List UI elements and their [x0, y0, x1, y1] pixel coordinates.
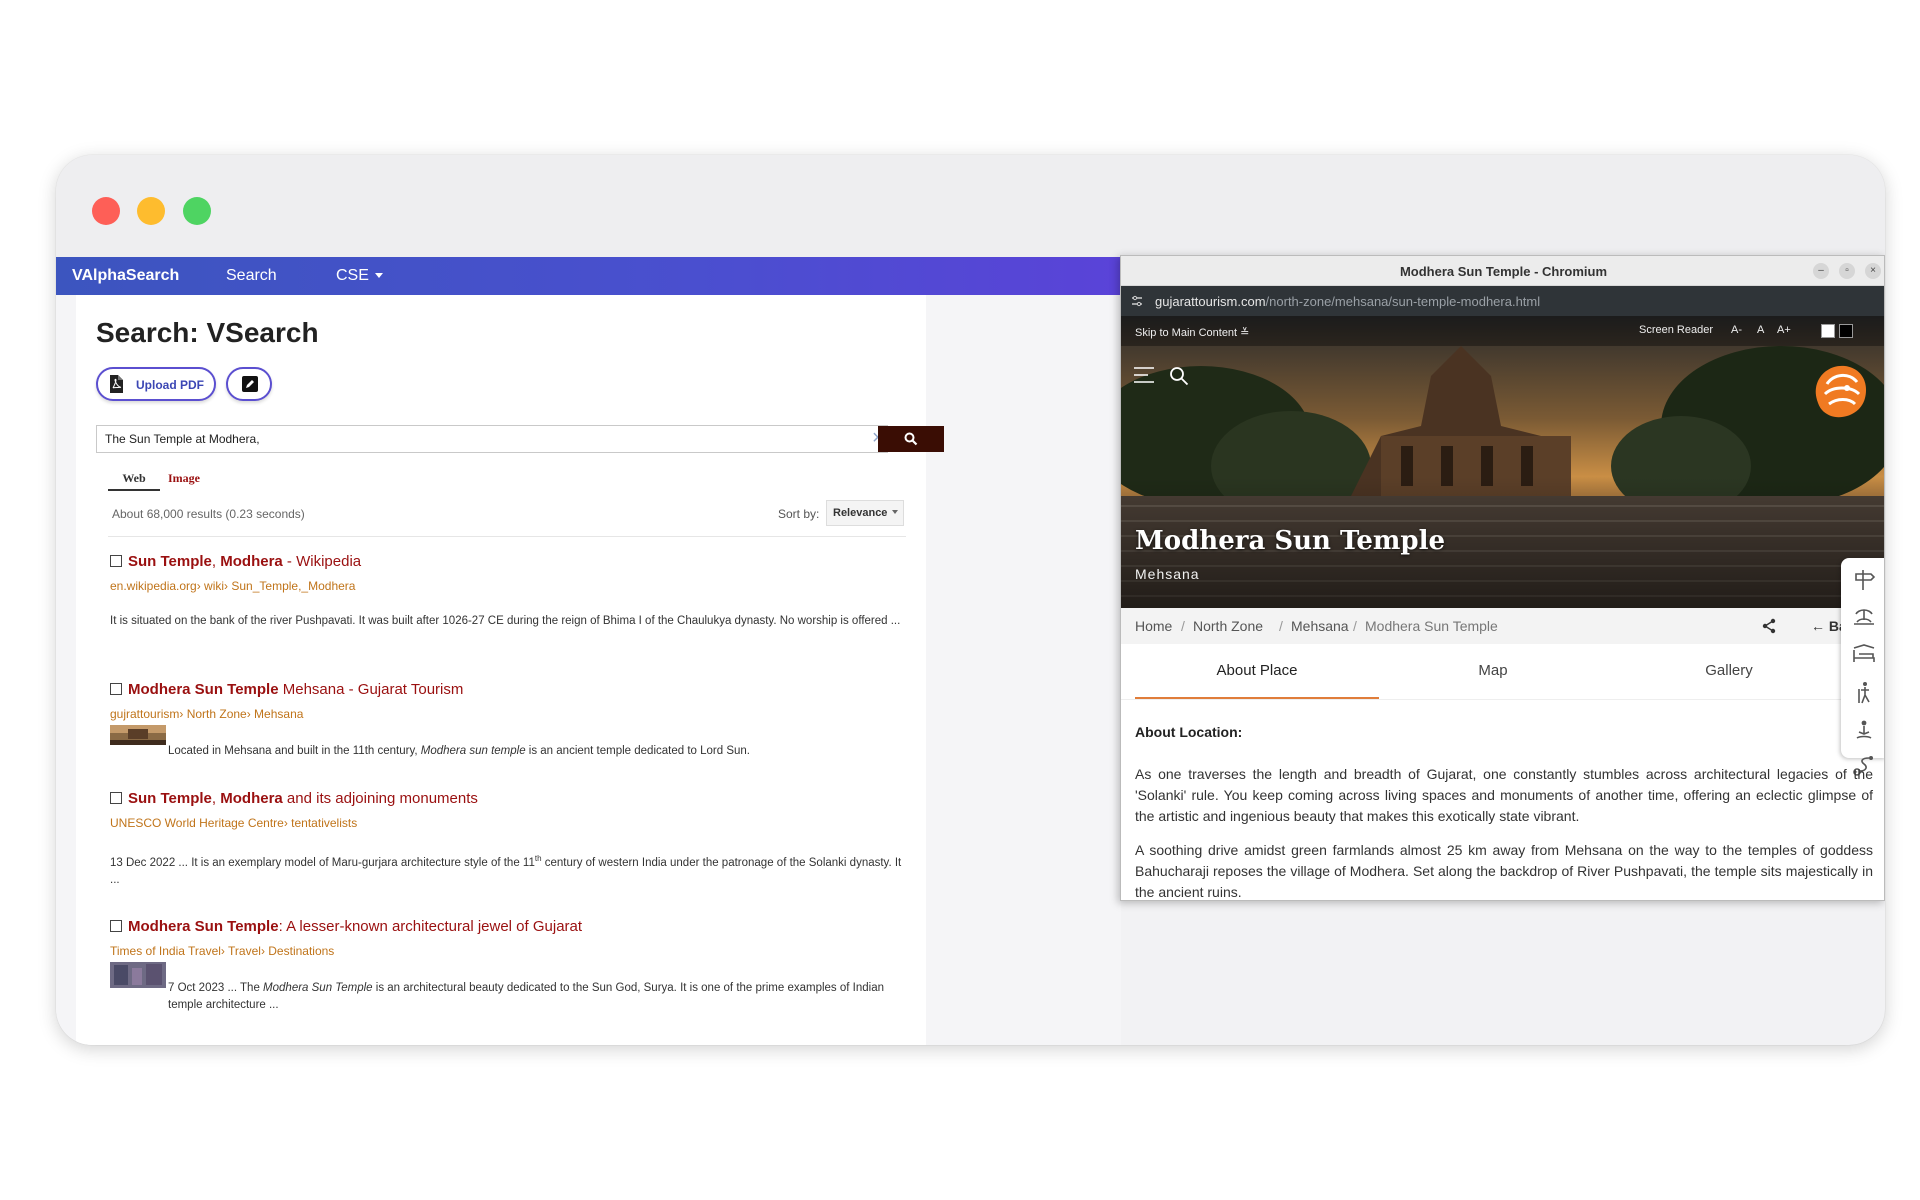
divider [108, 536, 906, 537]
hotel-bed-icon[interactable] [1851, 642, 1877, 668]
chevron-down-icon [892, 510, 899, 514]
result-title-link[interactable]: Sun Temple, Modhera and its adjoining mo… [110, 790, 478, 807]
result-thumbnail [110, 962, 166, 988]
about-paragraph: A soothing drive amidst green farmlands … [1135, 842, 1873, 900]
nav-search-link[interactable]: Search [226, 267, 277, 285]
breadcrumb-separator: / [1279, 618, 1283, 634]
tab-web[interactable]: Web [108, 471, 160, 491]
search-content: Search: VSearch Upload PDF × Web Image A… [76, 295, 944, 1045]
url-text: gujarattourism.com/north-zone/mehsana/su… [1155, 294, 1541, 309]
result-thumbnail [110, 725, 166, 745]
tab-about-place[interactable]: About Place [1157, 662, 1357, 679]
result-url[interactable]: UNESCO World Heritage Centre› tentativel… [110, 816, 357, 830]
breadcrumb: Home / North Zone / Mehsana / Modhera Su… [1121, 608, 1884, 644]
upload-pdf-label: Upload PDF [136, 378, 204, 392]
breadcrumb-home[interactable]: Home [1135, 618, 1172, 634]
result-snippet: 7 Oct 2023 ... The Modhera Sun Temple is… [168, 982, 884, 1011]
dark-theme-button[interactable] [1839, 324, 1853, 338]
tab-map[interactable]: Map [1393, 662, 1593, 679]
skip-to-content-link[interactable]: Skip to Main Content ≚ [1135, 326, 1249, 339]
search-icon[interactable] [1169, 366, 1189, 386]
edit-button[interactable] [226, 367, 272, 401]
chevron-down-icon [374, 273, 383, 278]
active-tab-indicator [1135, 697, 1379, 699]
close-window-button[interactable] [92, 197, 120, 225]
font-increase-button[interactable]: A+ [1777, 324, 1791, 336]
edit-square-icon [242, 376, 258, 392]
screen-reader-link[interactable]: Screen Reader [1639, 324, 1713, 336]
minimize-window-button[interactable] [137, 197, 165, 225]
search-app: Search: VSearch Upload PDF × Web Image A… [56, 295, 1121, 1045]
maximize-window-button[interactable] [183, 197, 211, 225]
sort-label: Sort by: [778, 507, 820, 521]
sort-select[interactable]: Relevance [826, 500, 904, 526]
result-checkbox[interactable] [110, 920, 122, 932]
result-type-tabs: Web Image [108, 471, 908, 491]
gujarat-tourism-logo[interactable] [1807, 360, 1873, 426]
chromium-titlebar: Modhera Sun Temple - Chromium – ▫ × [1121, 256, 1884, 286]
light-theme-button[interactable] [1821, 324, 1835, 338]
top-navbar: VAlphaSearch Search CSE [56, 257, 1121, 295]
pdf-file-icon [110, 375, 123, 393]
brand-link[interactable]: VAlphaSearch [72, 267, 179, 285]
maximize-icon[interactable]: ▫ [1839, 263, 1855, 279]
meditation-icon[interactable] [1851, 718, 1877, 744]
nav-cse-dropdown[interactable]: CSE [336, 267, 383, 285]
font-reset-button[interactable]: A [1757, 324, 1764, 336]
result-url[interactable]: gujrattourism› North Zone› Mehsana [110, 707, 303, 721]
font-decrease-button[interactable]: A- [1731, 324, 1742, 336]
place-subtitle: Mehsana [1135, 566, 1200, 582]
share-icon[interactable] [1761, 618, 1777, 634]
result-url[interactable]: en.wikipedia.org› wiki› Sun_Temple,_Modh… [110, 579, 355, 593]
search-input[interactable] [97, 426, 837, 452]
breadcrumb-separator: / [1181, 618, 1185, 634]
tab-image[interactable]: Image [168, 471, 200, 486]
breadcrumb-separator: / [1353, 618, 1357, 634]
result-title-link[interactable]: Modhera Sun Temple: A lesser-known archi… [110, 918, 582, 935]
close-icon[interactable]: × [1865, 263, 1881, 279]
desktop-window: VAlphaSearch Search CSE Search: VSearch … [56, 155, 1885, 1045]
upload-pdf-button[interactable]: Upload PDF [96, 367, 216, 401]
result-checkbox[interactable] [110, 683, 122, 695]
result-title-link[interactable]: Modhera Sun Temple Mehsana - Gujarat Tou… [110, 681, 463, 698]
tab-gallery[interactable]: Gallery [1629, 662, 1829, 679]
address-bar[interactable]: gujarattourism.com/north-zone/mehsana/su… [1121, 286, 1884, 316]
breadcrumb-north-zone[interactable]: North Zone [1193, 618, 1263, 634]
about-heading: About Location: [1135, 724, 1243, 740]
chromium-window: Modhera Sun Temple - Chromium – ▫ × guja… [1120, 255, 1885, 901]
place-title: Modhera Sun Temple [1135, 526, 1445, 556]
result-snippet: Located in Mehsana and built in the 11th… [168, 745, 750, 757]
search-icon [904, 432, 918, 446]
result-url[interactable]: Times of India Travel› Travel› Destinati… [110, 944, 334, 958]
place-tabs: About Place Map Gallery [1121, 644, 1884, 700]
side-toolbar [1841, 558, 1884, 758]
hiker-icon[interactable] [1851, 680, 1877, 706]
hamburger-menu-icon[interactable] [1133, 366, 1155, 384]
site-settings-icon[interactable] [1131, 295, 1143, 307]
results-count: About 68,000 results (0.23 seconds) [112, 507, 305, 521]
search-submit-button[interactable] [878, 426, 944, 452]
accessibility-bar: Skip to Main Content ≚ Screen Reader A- … [1121, 316, 1884, 346]
nav-cse-label: CSE [336, 267, 369, 284]
breadcrumb-mehsana[interactable]: Mehsana [1291, 618, 1349, 634]
result-snippet: 13 Dec 2022 ... It is an exemplary model… [110, 854, 902, 886]
result-checkbox[interactable] [110, 792, 122, 804]
sort-value: Relevance [833, 507, 888, 519]
result-checkbox[interactable] [110, 555, 122, 567]
signpost-icon[interactable] [1851, 566, 1877, 592]
hero-banner: Skip to Main Content ≚ Screen Reader A- … [1121, 316, 1884, 608]
island-icon[interactable] [1851, 604, 1877, 630]
minimize-icon[interactable]: – [1813, 263, 1829, 279]
window-titlebar [56, 155, 1885, 257]
result-title-link[interactable]: Sun Temple, Modhera - Wikipedia [110, 553, 361, 570]
breadcrumb-current: Modhera Sun Temple [1365, 618, 1498, 634]
page-title: Search: VSearch [96, 317, 319, 348]
chromium-title: Modhera Sun Temple - Chromium [1399, 264, 1608, 279]
temple-hero-image [1121, 316, 1884, 608]
about-paragraph: As one traverses the length and breadth … [1135, 766, 1873, 824]
result-snippet: It is situated on the bank of the river … [110, 615, 901, 627]
search-box: × [96, 425, 888, 453]
